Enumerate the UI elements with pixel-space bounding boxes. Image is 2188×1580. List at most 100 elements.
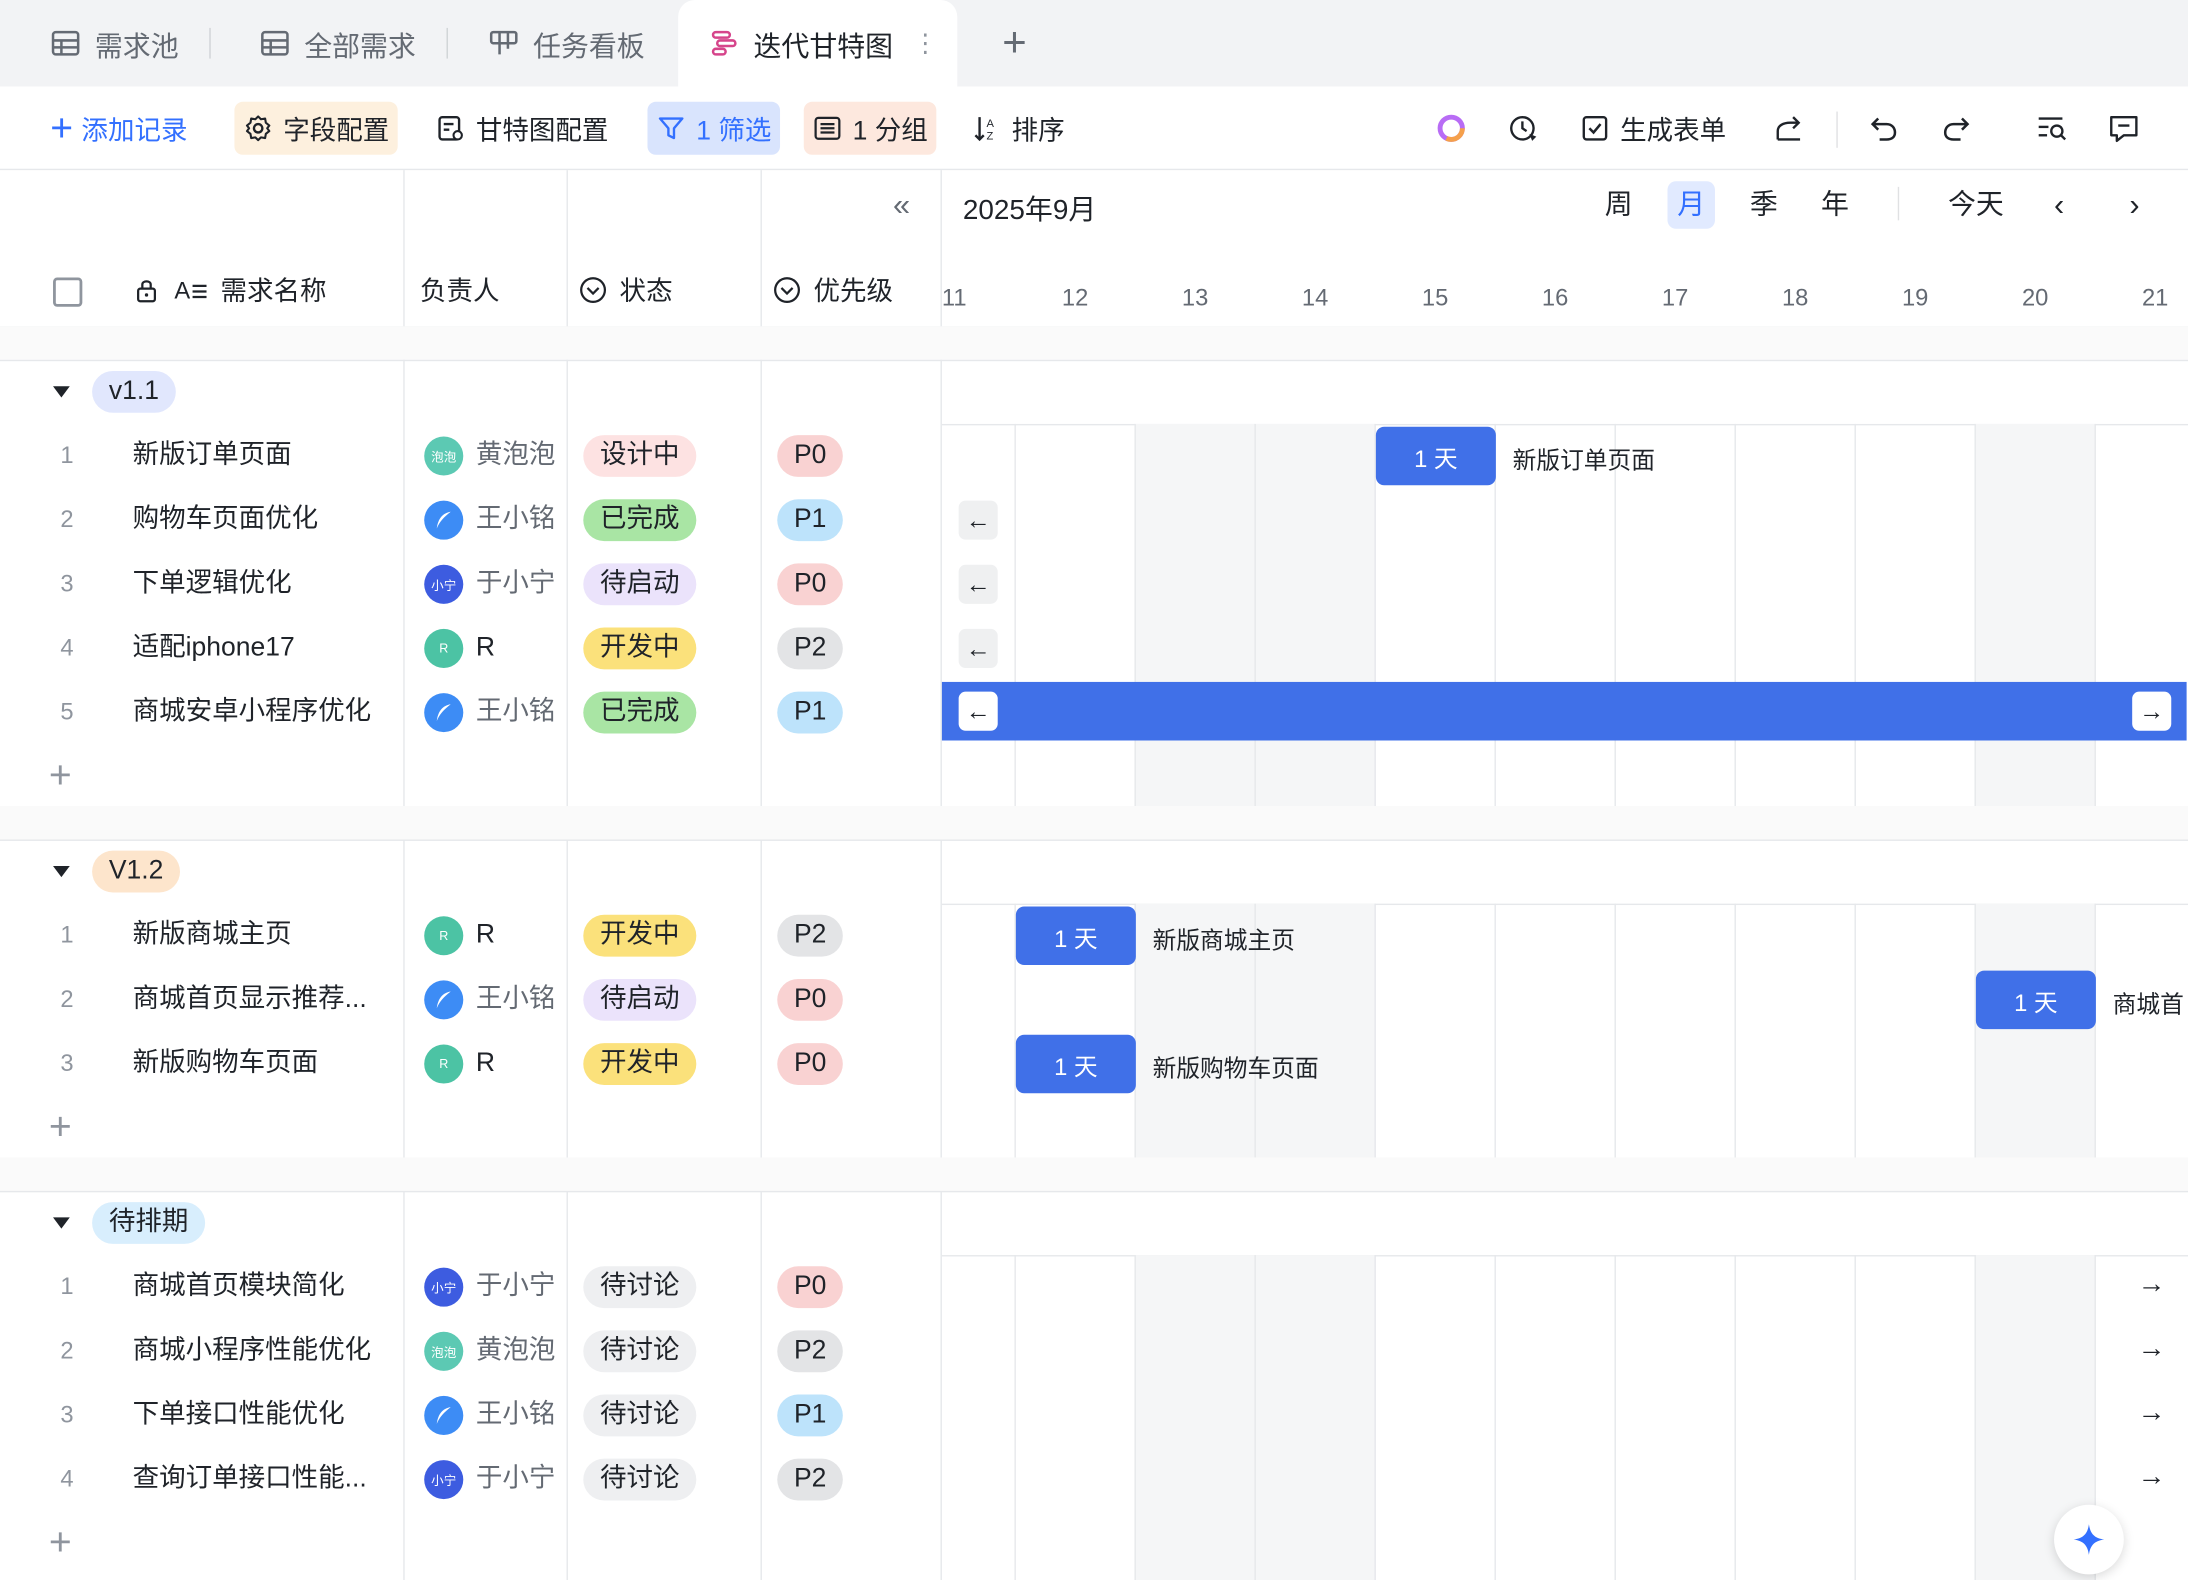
- requirement-name[interactable]: 商城安卓小程序优化: [133, 681, 372, 745]
- add-row-button[interactable]: +: [49, 1107, 72, 1146]
- gantt-task-bar-long[interactable]: [941, 681, 2187, 741]
- requirement-name[interactable]: 新版购物车页面: [133, 1032, 319, 1096]
- arrow-left-icon[interactable]: ←: [958, 564, 998, 604]
- tab-iteration-gantt[interactable]: 迭代甘特图 ⋮: [678, 0, 958, 87]
- column-header-priority[interactable]: 优先级: [772, 271, 893, 309]
- priority-badge[interactable]: P0: [777, 435, 844, 477]
- status-badge[interactable]: 已完成: [583, 499, 697, 542]
- status-badge[interactable]: 待讨论: [583, 1394, 697, 1437]
- requirement-name[interactable]: 新版订单页面: [133, 424, 292, 488]
- view-year-button[interactable]: 年: [1811, 181, 1858, 228]
- arrow-right-icon[interactable]: →: [2138, 1333, 2166, 1365]
- view-week-button[interactable]: 周: [1595, 181, 1642, 228]
- add-row-button[interactable]: +: [49, 755, 72, 795]
- arrow-right-icon[interactable]: →: [2132, 691, 2172, 731]
- ai-assistant-icon[interactable]: [1434, 112, 1467, 145]
- filter-button[interactable]: 1 筛选: [647, 101, 780, 155]
- status-badge[interactable]: 开发中: [583, 627, 697, 670]
- caret-down-icon[interactable]: [53, 1217, 70, 1229]
- caret-down-icon[interactable]: [53, 866, 70, 878]
- chevron-right-icon[interactable]: ›: [2129, 181, 2139, 228]
- requirement-name[interactable]: 购物车页面优化: [133, 488, 319, 552]
- gantt-task-bar[interactable]: 1 天: [1375, 426, 1496, 486]
- tab-requirement-pool[interactable]: 需求池: [50, 0, 179, 86]
- caret-down-icon[interactable]: [53, 386, 70, 398]
- table-row[interactable]: 2 商城小程序性能优化 泡泡 黄泡泡 待讨论 P2: [0, 1319, 942, 1383]
- requirement-name[interactable]: 查询订单接口性能...: [133, 1448, 367, 1512]
- gantt-config-button[interactable]: 甘特图配置: [427, 102, 617, 155]
- tab-all-requirements[interactable]: 全部需求: [260, 0, 416, 86]
- column-header-status[interactable]: 状态: [578, 271, 673, 309]
- gantt-task-bar[interactable]: 1 天: [1015, 1034, 1136, 1094]
- view-month-button[interactable]: 月: [1667, 181, 1715, 229]
- table-row[interactable]: 3 下单接口性能优化 王小铭 待讨论 P1: [0, 1383, 942, 1447]
- requirement-name[interactable]: 下单接口性能优化: [133, 1383, 345, 1447]
- arrow-left-icon[interactable]: ←: [958, 500, 998, 540]
- requirement-name[interactable]: 商城首页显示推荐...: [133, 968, 367, 1032]
- share-icon[interactable]: [1772, 112, 1805, 145]
- tab-task-board[interactable]: 任务看板: [488, 0, 645, 86]
- status-badge[interactable]: 设计中: [583, 435, 697, 477]
- status-badge[interactable]: 待启动: [583, 978, 697, 1021]
- group-header[interactable]: v1.1: [0, 360, 942, 424]
- table-row[interactable]: 1 新版订单页面 泡泡 黄泡泡 设计中 P0: [0, 424, 942, 488]
- requirement-name[interactable]: 商城小程序性能优化: [133, 1319, 372, 1383]
- priority-badge[interactable]: P2: [777, 1330, 844, 1373]
- ai-sparkle-button[interactable]: [2054, 1504, 2124, 1575]
- select-all-checkbox[interactable]: [53, 277, 83, 307]
- group-header[interactable]: V1.2: [0, 840, 942, 904]
- status-badge[interactable]: 待启动: [583, 563, 697, 606]
- table-row[interactable]: 5 商城安卓小程序优化 王小铭 已完成 P1: [0, 681, 942, 745]
- priority-badge[interactable]: P0: [777, 1043, 844, 1085]
- undo-icon[interactable]: [1867, 112, 1900, 145]
- search-records-icon[interactable]: [2035, 112, 2068, 145]
- collapse-panel-icon[interactable]: «: [893, 187, 910, 223]
- arrow-right-icon[interactable]: →: [2138, 1269, 2166, 1301]
- generate-form-button[interactable]: 生成表单: [1571, 102, 1734, 155]
- arrow-right-icon[interactable]: →: [2138, 1461, 2166, 1493]
- table-row[interactable]: 1 商城首页模块简化 小宁 于小宁 待讨论 P0: [0, 1255, 942, 1319]
- automation-clock-icon[interactable]: [1507, 112, 1540, 145]
- status-badge[interactable]: 已完成: [583, 691, 697, 734]
- table-row[interactable]: 2 商城首页显示推荐... 王小铭 待启动 P0: [0, 968, 942, 1032]
- column-header-owner[interactable]: 负责人: [420, 271, 500, 309]
- priority-badge[interactable]: P0: [777, 1266, 844, 1309]
- group-header[interactable]: 待排期: [0, 1191, 942, 1255]
- field-config-button[interactable]: 字段配置: [234, 101, 398, 155]
- today-button[interactable]: 今天: [1948, 181, 2004, 228]
- view-quarter-button[interactable]: 季: [1740, 181, 1787, 228]
- priority-badge[interactable]: P2: [777, 1458, 844, 1501]
- priority-badge[interactable]: P1: [777, 1394, 844, 1437]
- requirement-name[interactable]: 商城首页模块简化: [133, 1255, 345, 1319]
- status-badge[interactable]: 开发中: [583, 1043, 697, 1085]
- more-icon[interactable]: ⋮: [913, 29, 938, 58]
- table-row[interactable]: 2 购物车页面优化 王小铭 已完成 P1: [0, 488, 942, 552]
- status-badge[interactable]: 待讨论: [583, 1458, 697, 1501]
- add-record-button[interactable]: + 添加记录: [42, 102, 196, 155]
- column-header-name[interactable]: A 需求名称: [131, 271, 327, 309]
- priority-badge[interactable]: P1: [777, 691, 844, 734]
- requirement-name[interactable]: 适配iphone17: [133, 616, 295, 680]
- table-row[interactable]: 4 查询订单接口性能... 小宁 于小宁 待讨论 P2: [0, 1448, 942, 1512]
- status-badge[interactable]: 待讨论: [583, 1266, 697, 1309]
- table-row[interactable]: 3 下单逻辑优化 小宁 于小宁 待启动 P0: [0, 552, 942, 616]
- table-row[interactable]: 4 适配iphone17 R R 开发中 P2: [0, 616, 942, 680]
- table-row[interactable]: 3 新版购物车页面 R R 开发中 P0: [0, 1032, 942, 1096]
- add-row-button[interactable]: +: [49, 1522, 72, 1562]
- priority-badge[interactable]: P0: [777, 978, 844, 1021]
- group-button[interactable]: 1 分组: [803, 101, 937, 155]
- priority-badge[interactable]: P1: [777, 499, 844, 542]
- sort-button[interactable]: AZ 排序: [963, 102, 1073, 155]
- priority-badge[interactable]: P2: [777, 627, 844, 670]
- chevron-left-icon[interactable]: ‹: [2054, 181, 2064, 228]
- arrow-right-icon[interactable]: →: [2138, 1397, 2166, 1429]
- arrow-left-icon[interactable]: ←: [958, 691, 998, 731]
- priority-badge[interactable]: P2: [777, 914, 844, 957]
- status-badge[interactable]: 开发中: [583, 914, 697, 957]
- requirement-name[interactable]: 下单逻辑优化: [133, 552, 292, 616]
- priority-badge[interactable]: P0: [777, 563, 844, 606]
- requirement-name[interactable]: 新版商城主页: [133, 904, 292, 968]
- redo-icon[interactable]: [1940, 112, 1973, 145]
- gantt-task-bar[interactable]: 1 天: [1975, 970, 2096, 1030]
- add-tab-button[interactable]: +: [996, 20, 1032, 67]
